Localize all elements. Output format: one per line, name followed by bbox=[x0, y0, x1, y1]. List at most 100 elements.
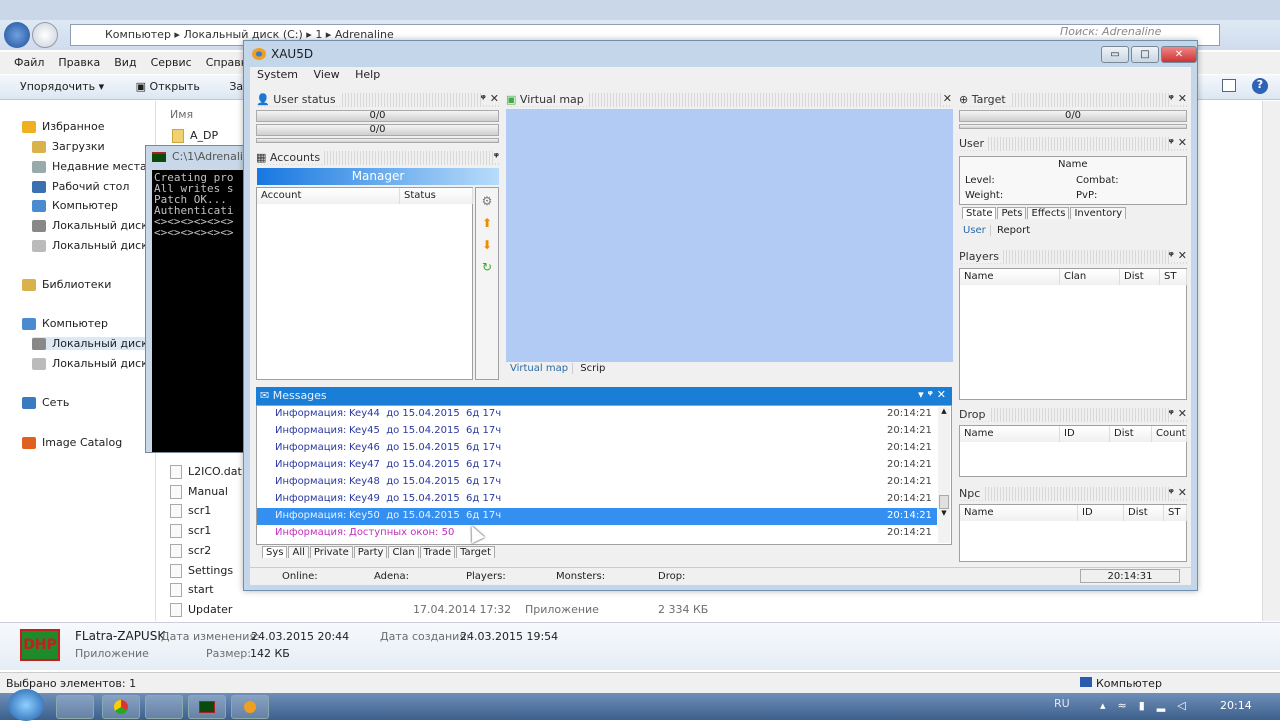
file-item[interactable]: Updater bbox=[170, 603, 232, 617]
refresh-icon[interactable]: ↻ bbox=[476, 256, 498, 278]
taskbar-explorer[interactable] bbox=[56, 695, 94, 719]
manager-button[interactable]: Manager bbox=[257, 168, 499, 185]
pin-icon[interactable]: ᵠ bbox=[1169, 407, 1174, 420]
clock[interactable]: 20:14 bbox=[1220, 699, 1252, 712]
search-input[interactable]: Поиск: Adrenaline bbox=[1060, 25, 1161, 38]
tab-effects[interactable]: Effects bbox=[1027, 207, 1070, 219]
file-item[interactable]: Settings bbox=[170, 564, 233, 578]
subtab-report[interactable]: Report bbox=[994, 225, 1030, 236]
taskbar-xau5d[interactable] bbox=[231, 695, 269, 719]
console-window[interactable]: C:\1\Adrenalin Creating pro All writes sP… bbox=[145, 145, 250, 453]
message-row[interactable]: Информация: Key44 до 15.04.2015 6д 17ч 20:… bbox=[257, 406, 937, 423]
column-status[interactable]: Status bbox=[400, 188, 473, 204]
virtual-map-canvas[interactable] bbox=[506, 109, 953, 362]
close-icon[interactable]: ✕ bbox=[1178, 136, 1187, 149]
column-dist[interactable]: Dist bbox=[1124, 505, 1164, 521]
start-button[interactable] bbox=[8, 689, 44, 721]
file-item[interactable]: Manual bbox=[170, 485, 228, 499]
message-row[interactable]: Информация: Key46 до 15.04.2015 6д 17ч 20:… bbox=[257, 440, 937, 457]
sidebar-item[interactable]: Локальный диск ( bbox=[32, 219, 156, 232]
tray-icons[interactable]: ▴≈▮▂◁ bbox=[1100, 699, 1198, 712]
message-row[interactable]: Информация: Key47 до 15.04.2015 6д 17ч 20:… bbox=[257, 457, 937, 474]
scroll-thumb[interactable] bbox=[939, 495, 949, 509]
open-button[interactable]: ▣ Открыть bbox=[136, 80, 200, 93]
column-clan[interactable]: Clan bbox=[1060, 269, 1120, 285]
menu-help[interactable]: Help bbox=[355, 68, 380, 81]
sidebar-item[interactable]: Избранное bbox=[22, 120, 104, 133]
close-icon[interactable]: ✕ bbox=[943, 92, 952, 105]
column-id[interactable]: ID bbox=[1060, 426, 1110, 442]
pin-icon[interactable]: ᵠ bbox=[481, 92, 486, 105]
sidebar-item[interactable]: Недавние места bbox=[32, 160, 147, 173]
pin-icon[interactable]: ᵠ bbox=[1169, 92, 1174, 105]
sidebar-item[interactable]: Image Catalog bbox=[22, 436, 122, 449]
close-icon[interactable]: ✕ bbox=[490, 92, 499, 105]
pin-icon[interactable]: ᵠ bbox=[1169, 486, 1174, 499]
sidebar-item[interactable]: Сеть bbox=[22, 396, 69, 409]
column-name[interactable]: Name bbox=[960, 426, 1060, 442]
sidebar-item[interactable]: Компьютер bbox=[22, 317, 108, 330]
taskbar-start-app[interactable] bbox=[145, 695, 183, 719]
tab-party[interactable]: Party bbox=[353, 546, 388, 558]
close-icon[interactable]: ✕ bbox=[937, 388, 946, 401]
sidebar-item[interactable]: Локальный диск ( bbox=[32, 239, 156, 252]
language-indicator[interactable]: RU bbox=[1054, 697, 1070, 710]
scrollbar[interactable] bbox=[1262, 101, 1280, 621]
menu-file[interactable]: Файл bbox=[14, 56, 44, 69]
messages-scrollbar[interactable]: ▲ ▼ bbox=[938, 407, 950, 543]
message-row[interactable]: Информация: Key49 до 15.04.2015 6д 17ч 20:… bbox=[257, 491, 937, 508]
minimize-button[interactable]: ▭ bbox=[1101, 46, 1129, 63]
tab-sys[interactable]: Sys bbox=[262, 546, 288, 558]
close-icon[interactable]: ✕ bbox=[1178, 486, 1187, 499]
back-button[interactable] bbox=[4, 22, 30, 48]
sidebar-item[interactable]: Загрузки bbox=[32, 140, 105, 153]
menu-edit[interactable]: Правка bbox=[58, 56, 100, 69]
close-icon[interactable]: ✕ bbox=[1178, 407, 1187, 420]
tab-clan[interactable]: Clan bbox=[388, 546, 419, 558]
help-icon[interactable]: ? bbox=[1252, 78, 1268, 94]
menu-tools[interactable]: Сервис bbox=[151, 56, 192, 69]
tab-private[interactable]: Private bbox=[309, 546, 353, 558]
move-up-icon[interactable]: ⬆ bbox=[476, 212, 498, 234]
file-item[interactable]: scr2 bbox=[170, 544, 211, 558]
message-row[interactable]: Информация: Доступных окон: 50 20:14:21 bbox=[257, 525, 937, 542]
message-row[interactable]: Информация: Key48 до 15.04.2015 6д 17ч 20:… bbox=[257, 474, 937, 491]
message-row[interactable]: Информация: Key50 до 15.04.2015 6д 17ч 20:… bbox=[257, 508, 937, 525]
tab-script[interactable]: Scrip bbox=[576, 363, 609, 374]
sidebar-item[interactable]: Локальный диск ( bbox=[32, 357, 156, 370]
tab-pets[interactable]: Pets bbox=[997, 207, 1027, 219]
column-count[interactable]: Count bbox=[1152, 426, 1187, 442]
pin-icon[interactable]: ᵠ bbox=[928, 388, 933, 401]
close-button[interactable]: ✕ bbox=[1161, 46, 1197, 63]
breadcrumb-item[interactable]: Компьютер bbox=[105, 28, 171, 41]
pin-icon[interactable]: ᵠ bbox=[1169, 136, 1174, 149]
taskbar-console[interactable] bbox=[188, 695, 226, 719]
move-down-icon[interactable]: ⬇ bbox=[476, 234, 498, 256]
pin-icon[interactable]: ᵠ bbox=[1169, 249, 1174, 262]
sidebar-item[interactable]: Локальный диск ( bbox=[32, 337, 156, 350]
maximize-button[interactable]: □ bbox=[1131, 46, 1159, 63]
dropdown-icon[interactable]: ▾ bbox=[918, 388, 924, 401]
sidebar-item[interactable]: Компьютер bbox=[32, 199, 118, 212]
preview-pane-icon[interactable] bbox=[1222, 79, 1236, 92]
column-header-name[interactable]: Имя bbox=[170, 108, 193, 121]
settings-icon[interactable]: ⚙ bbox=[476, 190, 498, 212]
tab-all[interactable]: All bbox=[288, 546, 309, 558]
tab-target[interactable]: Target bbox=[456, 546, 495, 558]
file-item[interactable]: start bbox=[170, 583, 214, 597]
menu-system[interactable]: System bbox=[257, 68, 298, 81]
column-account[interactable]: Account bbox=[257, 188, 400, 204]
file-item[interactable]: L2ICO.dat bbox=[170, 465, 242, 479]
column-id[interactable]: ID bbox=[1078, 505, 1124, 521]
file-item[interactable]: scr1 bbox=[170, 524, 211, 538]
taskbar-chrome[interactable] bbox=[102, 695, 140, 719]
subtab-user[interactable]: User bbox=[963, 225, 991, 236]
file-item[interactable]: scr1 bbox=[170, 504, 211, 518]
file-item[interactable]: A_DP bbox=[172, 129, 218, 143]
menu-view[interactable]: View bbox=[314, 68, 340, 81]
column-dist[interactable]: Dist bbox=[1110, 426, 1152, 442]
tab-state[interactable]: State bbox=[962, 207, 997, 219]
close-icon[interactable]: ✕ bbox=[1178, 92, 1187, 105]
message-row[interactable]: Информация: Key45 до 15.04.2015 6д 17ч 20:… bbox=[257, 423, 937, 440]
pin-icon[interactable]: ᵠ bbox=[494, 150, 499, 163]
